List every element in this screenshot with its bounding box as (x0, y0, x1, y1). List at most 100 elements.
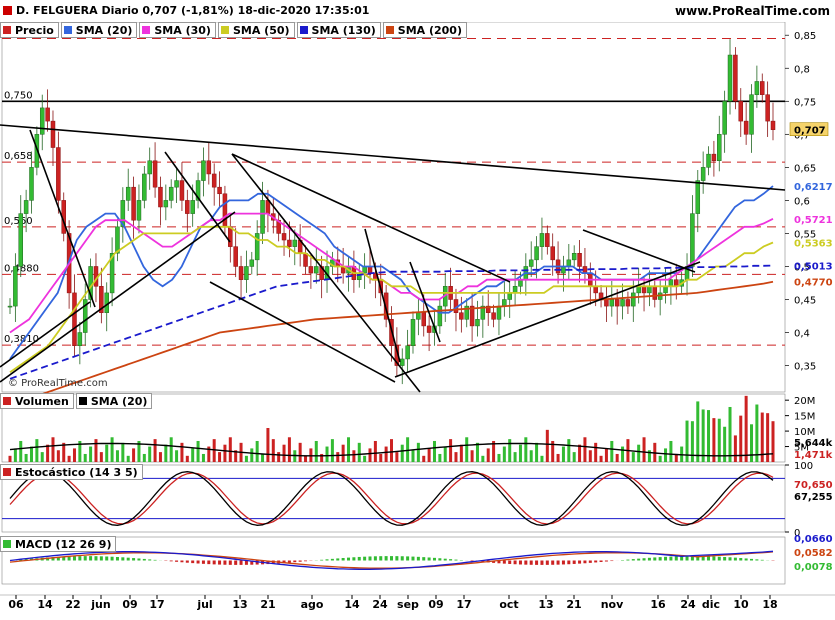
macd-right-label: 0,0078 (794, 562, 833, 573)
legend-label: SMA (50) (232, 23, 290, 37)
price-legend-item[interactable]: SMA (30) (139, 22, 216, 38)
volume-bar (89, 446, 93, 462)
candle-body (115, 226, 120, 254)
price-legend-item[interactable]: SMA (200) (382, 22, 467, 38)
macd-histogram-bar (561, 560, 565, 565)
volume-tick-label: 20M (794, 396, 815, 407)
volume-bar (368, 448, 372, 462)
stochastic-tick-label: 100 (794, 461, 813, 472)
candle-body (211, 173, 217, 188)
price-right-label: 0,5721 (794, 215, 833, 226)
macd-histogram-bar (438, 558, 442, 561)
x-axis-label: 09 (428, 598, 443, 611)
stochastic-legend: Estocástico (14 3 5) (0, 464, 145, 480)
candle-body (308, 266, 314, 274)
candle-body (749, 94, 754, 135)
volume-bar (664, 448, 668, 462)
volume-bar (132, 448, 136, 462)
volume-legend-item[interactable]: Volumen (0, 393, 74, 409)
candle-body (496, 305, 502, 320)
macd-histogram-bar (760, 559, 764, 561)
volume-bar (105, 444, 109, 462)
legend-swatch (299, 26, 308, 34)
macd-histogram-bar (325, 559, 329, 561)
volume-tick-label: 10M (794, 427, 815, 438)
macd-histogram-bar (347, 557, 351, 561)
macd-histogram-bar (572, 560, 576, 564)
price-legend-item[interactable]: Precio (0, 22, 59, 38)
volume-bar (583, 437, 587, 462)
volume-bar (513, 452, 517, 462)
volume-bar (454, 452, 458, 462)
macd-histogram-bar (535, 560, 539, 565)
candle-body (222, 193, 228, 228)
candle-body (743, 120, 749, 135)
stochastic-legend-item[interactable]: Estocástico (14 3 5) (0, 464, 143, 480)
volume-bar (561, 446, 565, 462)
x-axis-label: 14 (37, 598, 53, 611)
chart-header: D. FELGUERA Diario 0,707 (-1,81%) 18-dic… (0, 0, 835, 22)
volume-bar (535, 442, 539, 462)
legend-label: SMA (130) (311, 23, 376, 37)
volume-bar (196, 440, 200, 462)
legend-swatch (385, 26, 394, 34)
macd-histogram-bar (99, 556, 103, 561)
volume-bar (723, 426, 727, 462)
macd-histogram-bar (293, 560, 297, 563)
macd-histogram-bar (626, 559, 630, 561)
volume-bar (347, 437, 351, 462)
macd-histogram-bar (733, 557, 737, 561)
volume-bar (449, 439, 453, 462)
macd-histogram-bar (631, 559, 635, 561)
volume-legend-item[interactable]: SMA (20) (75, 393, 153, 409)
price-right-label: 0,5363 (794, 238, 833, 249)
volume-bar (502, 446, 506, 462)
candle-body (491, 312, 496, 320)
macd-histogram-bar (121, 557, 125, 561)
macd-histogram-bar (191, 560, 195, 564)
volume-bar (750, 424, 754, 462)
macd-histogram-bar (443, 558, 447, 561)
candle-body (711, 153, 717, 161)
site-link[interactable]: www.ProRealTime.com (675, 4, 830, 18)
candle-body (760, 81, 765, 95)
legend-swatch (3, 540, 11, 548)
x-axis-label: 13 (538, 598, 553, 611)
legend-label: Estocástico (14 3 5) (15, 465, 138, 479)
volume-bar (19, 440, 23, 462)
macd-histogram-bar (567, 560, 571, 565)
candle-body (507, 292, 512, 300)
volume-bar (180, 442, 184, 462)
volume-bar (733, 435, 737, 462)
volume-bar (696, 401, 700, 462)
volume-bar (390, 439, 393, 462)
candle-body (201, 160, 206, 181)
price-right-label: 0,707 (794, 126, 826, 137)
candle-body (604, 299, 609, 307)
volume-bar (287, 437, 291, 462)
price-legend-item[interactable]: SMA (130) (296, 22, 381, 38)
candle-body (609, 299, 615, 307)
macd-histogram-bar (454, 559, 458, 561)
volume-bar (518, 444, 522, 462)
x-axis-label: 22 (65, 598, 80, 611)
macd-histogram-bar (551, 560, 555, 565)
macd-histogram-bar (94, 556, 98, 561)
macd-histogram-bar (647, 557, 651, 561)
macd-histogram-bar (583, 560, 587, 564)
price-legend-item[interactable]: SMA (20) (60, 22, 138, 38)
candle-body (518, 279, 523, 287)
macd-histogram-bar (728, 557, 732, 561)
candle-body (244, 266, 249, 280)
trendline (364, 228, 401, 363)
volume-bar (475, 442, 479, 462)
candle-body (136, 200, 142, 221)
macd-legend-item[interactable]: MACD (12 26 9) (0, 536, 117, 552)
volume-bar (400, 444, 404, 462)
price-legend-item[interactable]: SMA (50) (217, 22, 295, 38)
volume-bar (599, 455, 603, 462)
chart-svg[interactable]: 0,350,40,450,50,550,60,650,70,750,80,850… (0, 22, 835, 620)
candle-body (163, 200, 169, 208)
macd-histogram-bar (175, 560, 179, 562)
macd-histogram-bar (287, 560, 291, 563)
